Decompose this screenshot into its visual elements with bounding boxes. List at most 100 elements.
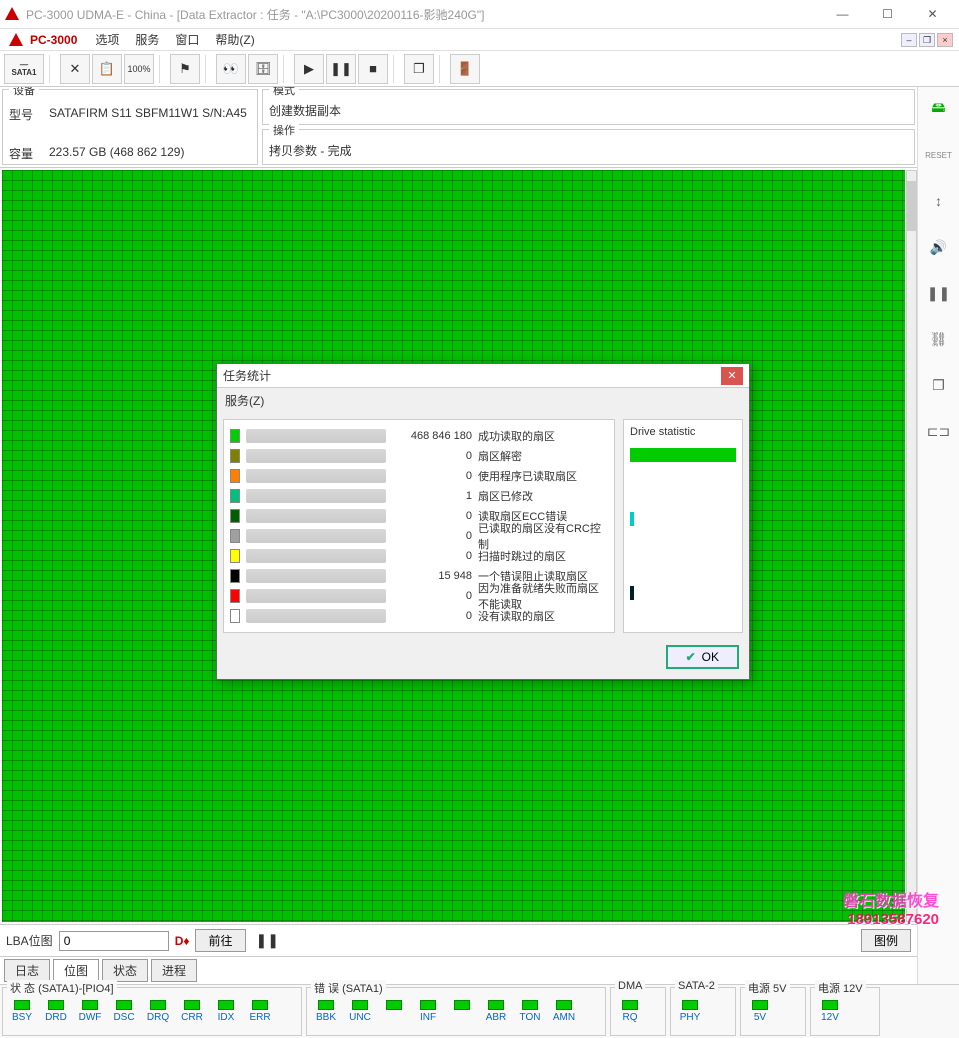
flag-indicator [14,1000,30,1010]
flag-indicator [352,1000,368,1010]
stat-value: 0 [392,470,472,482]
operation-panel-label: 操作 [269,122,299,138]
ok-button[interactable]: ✔OK [666,645,739,669]
percent-button[interactable]: 100% [124,54,154,84]
stat-swatch [230,509,240,523]
copy-button[interactable]: ❐ [404,54,434,84]
close-button[interactable]: ✕ [910,0,955,28]
tab-status[interactable]: 状态 [102,959,148,982]
flag-indicator [386,1000,402,1010]
reset-icon[interactable]: RESET [925,141,953,169]
database-button[interactable]: 🗄 [248,54,278,84]
flag-indicator [822,1000,838,1010]
mode-value: 创建数据副本 [269,104,341,118]
go-button[interactable]: 前往 [195,929,245,952]
menu-item-window[interactable]: 窗口 [175,31,199,48]
toolbar-separator [393,55,399,83]
minimize-button[interactable]: — [820,0,865,28]
flag-indicator [252,1000,268,1010]
menu-item-service[interactable]: 服务 [135,31,159,48]
scrollbar-thumb[interactable] [907,181,916,231]
play-button[interactable]: ▶ [294,54,324,84]
check-icon: ✔ [686,650,696,664]
dialog-menu-item[interactable]: 服务(Z) [217,388,749,413]
toolbar-separator [283,55,289,83]
drive-statistic-panel: Drive statistic [623,419,743,633]
legend-button[interactable]: 图例 [861,929,911,952]
status-group-label: 电源 12V [815,980,866,996]
tool1-icon[interactable]: ↕ [925,187,953,215]
menu-item-help[interactable]: 帮助(Z) [215,31,254,48]
model-key: 型号 [9,106,49,123]
marker-icon: D♦ [175,934,190,948]
resistor-icon[interactable]: ⊏⊐ [925,417,953,445]
tab-bitmap[interactable]: 位图 [53,959,99,982]
maximize-button[interactable]: ☐ [865,0,910,28]
window-title: PC-3000 UDMA-E - China - [Data Extractor… [26,6,820,23]
status-group-5v: 电源 5V 5V [740,987,806,1036]
flag-indicator [522,1000,538,1010]
stat-row: 0扫描时跳过的扇区 [230,546,608,566]
status-flag: PHY [675,1000,705,1023]
copy-side-icon[interactable]: ❐ [925,371,953,399]
stop-button[interactable]: ■ [358,54,388,84]
tools-button[interactable]: ✕ [60,54,90,84]
status-group-dma: DMA RQ [610,987,666,1036]
exit-button[interactable]: 🚪 [450,54,480,84]
flag-indicator [150,1000,166,1010]
status-group-12v: 电源 12V 12V [810,987,880,1036]
mdi-minimize[interactable]: – [901,33,917,47]
tab-process[interactable]: 进程 [151,959,197,982]
flag-indicator [218,1000,234,1010]
flag-indicator [682,1000,698,1010]
drive-bar-1 [630,448,736,462]
stat-swatch [230,489,240,503]
stat-value: 0 [392,610,472,622]
drive-stat-label: Drive statistic [630,426,736,438]
device-panel-label: 设备 [9,87,39,98]
status-flag: BBK [311,1000,341,1023]
pause-side-icon[interactable]: ❚❚ [925,279,953,307]
stat-row: 0没有读取的扇区 [230,606,608,626]
stat-row: 0已读取的扇区没有CRC控制 [230,526,608,546]
dialog-close-button[interactable]: ✕ [721,367,743,385]
stat-value: 0 [392,550,472,562]
flag-label: DSC [113,1012,134,1023]
status-group-label: 电源 5V [745,980,790,996]
clipboard-button[interactable]: 📋 [92,54,122,84]
stat-bar [246,449,386,463]
mdi-restore[interactable]: ❐ [919,33,935,47]
flag-label: DRQ [147,1012,169,1023]
lba-input[interactable] [59,931,169,951]
flag-button[interactable]: ⚑ [170,54,200,84]
lba-label: LBA位图 [6,932,53,949]
map-scrollbar[interactable] [906,170,917,922]
sata1-button[interactable]: ⎯⎯SATA1 [4,54,44,84]
binoculars-button[interactable]: 👀 [216,54,246,84]
map-controls: LBA位图 D♦ 前往 ❚❚ 图例 [0,924,917,956]
status-flag: DRQ [143,1000,173,1023]
chain-icon[interactable]: ⛓ [925,325,953,353]
dialog-titlebar[interactable]: 任务统计 ✕ [217,364,749,388]
menu-item-options[interactable]: 选项 [95,31,119,48]
status-group-label: 错 误 (SATA1) [311,980,386,996]
pause-button[interactable]: ❚❚ [326,54,356,84]
flag-indicator [556,1000,572,1010]
drive-icon[interactable]: 🖴 [925,95,953,123]
status-flag: TON [515,1000,545,1023]
stat-bar [246,529,386,543]
stat-row: 0扇区解密 [230,446,608,466]
stat-swatch [230,529,240,543]
toolbar-separator [49,55,55,83]
stat-value: 468 846 180 [392,430,472,442]
mdi-close[interactable]: × [937,33,953,47]
app-name-label: PC-3000 [30,33,77,47]
stat-bar [246,489,386,503]
pause-icon: ❚❚ [252,932,283,949]
status-flag: AMN [549,1000,579,1023]
stat-row: 468 846 180成功读取的扇区 [230,426,608,446]
flag-label: BBK [316,1012,336,1023]
sound-icon[interactable]: 🔊 [925,233,953,261]
tab-log[interactable]: 日志 [4,959,50,982]
status-flag: INF [413,1000,443,1023]
